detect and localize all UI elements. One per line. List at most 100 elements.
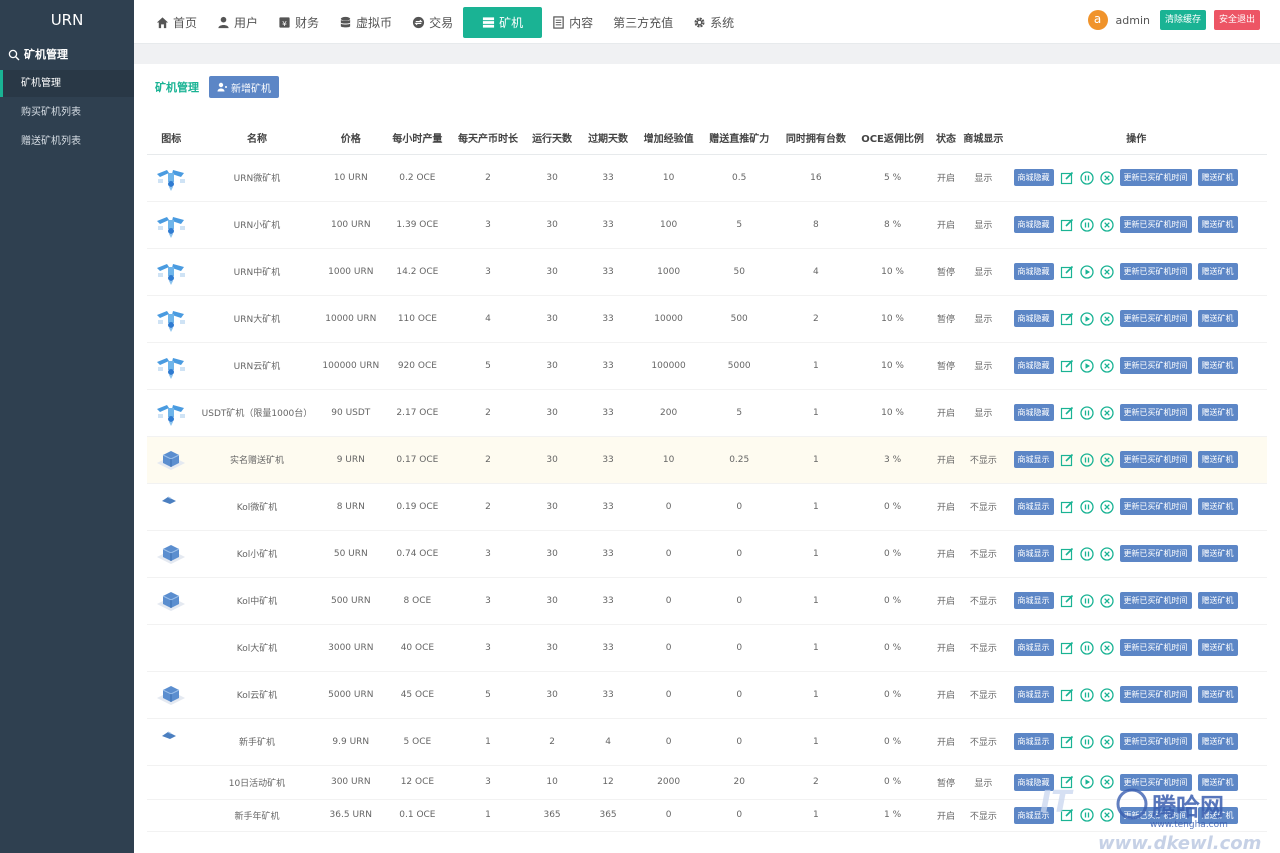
gift-miner-button[interactable]: 赠送矿机 bbox=[1197, 773, 1238, 791]
gift-miner-button[interactable]: 赠送矿机 bbox=[1197, 357, 1238, 374]
sidebar-group-miner[interactable]: 矿机管理 bbox=[0, 42, 134, 68]
gift-miner-button[interactable]: 赠送矿机 bbox=[1197, 545, 1238, 562]
edit-icon[interactable] bbox=[1060, 775, 1074, 789]
mall-toggle-button[interactable]: 商城隐藏 bbox=[1013, 357, 1054, 374]
edit-icon[interactable] bbox=[1060, 359, 1074, 373]
edit-icon[interactable] bbox=[1060, 735, 1074, 749]
clear-cache-button[interactable]: 清除缓存 bbox=[1159, 10, 1206, 30]
close-icon[interactable] bbox=[1099, 808, 1114, 822]
update-time-button[interactable]: 更新已买矿机时间 bbox=[1119, 357, 1192, 374]
sidebar-item-miner-manage[interactable]: 矿机管理 bbox=[0, 70, 134, 97]
edit-icon[interactable] bbox=[1060, 171, 1074, 185]
edit-icon[interactable] bbox=[1060, 265, 1074, 279]
update-time-button[interactable]: 更新已买矿机时间 bbox=[1119, 773, 1192, 791]
edit-icon[interactable] bbox=[1060, 453, 1074, 467]
gift-miner-button[interactable]: 赠送矿机 bbox=[1197, 216, 1238, 233]
update-time-button[interactable]: 更新已买矿机时间 bbox=[1119, 451, 1192, 468]
edit-icon[interactable] bbox=[1060, 500, 1074, 514]
play-icon[interactable] bbox=[1079, 311, 1094, 326]
mall-toggle-button[interactable]: 商城显示 bbox=[1013, 639, 1054, 656]
mall-toggle-button[interactable]: 商城显示 bbox=[1013, 686, 1054, 703]
mall-toggle-button[interactable]: 商城显示 bbox=[1013, 451, 1054, 468]
pause-icon[interactable] bbox=[1079, 734, 1094, 749]
mall-toggle-button[interactable]: 商城显示 bbox=[1013, 498, 1054, 515]
gift-miner-button[interactable]: 赠送矿机 bbox=[1197, 639, 1238, 656]
gift-miner-button[interactable]: 赠送矿机 bbox=[1197, 806, 1238, 824]
close-icon[interactable] bbox=[1099, 170, 1114, 185]
close-icon[interactable] bbox=[1099, 687, 1114, 702]
mall-toggle-button[interactable]: 商城显示 bbox=[1013, 592, 1054, 609]
edit-icon[interactable] bbox=[1060, 547, 1074, 561]
update-time-button[interactable]: 更新已买矿机时间 bbox=[1119, 545, 1192, 562]
pause-icon[interactable] bbox=[1079, 808, 1094, 822]
play-icon[interactable] bbox=[1079, 775, 1094, 789]
nav-content[interactable]: 内容 bbox=[542, 7, 603, 38]
pause-icon[interactable] bbox=[1079, 170, 1094, 185]
nav-third-party-recharge[interactable]: 第三方充值 bbox=[603, 7, 683, 38]
nav-user[interactable]: 用户 bbox=[207, 7, 268, 38]
update-time-button[interactable]: 更新已买矿机时间 bbox=[1119, 263, 1192, 280]
close-icon[interactable] bbox=[1099, 775, 1114, 789]
edit-icon[interactable] bbox=[1060, 641, 1074, 655]
gift-miner-button[interactable]: 赠送矿机 bbox=[1197, 498, 1238, 515]
gift-miner-button[interactable]: 赠送矿机 bbox=[1197, 451, 1238, 468]
update-time-button[interactable]: 更新已买矿机时间 bbox=[1119, 169, 1192, 186]
close-icon[interactable] bbox=[1099, 311, 1114, 326]
update-time-button[interactable]: 更新已买矿机时间 bbox=[1119, 498, 1192, 515]
update-time-button[interactable]: 更新已买矿机时间 bbox=[1119, 216, 1192, 233]
add-miner-button[interactable]: 新增矿机 bbox=[209, 76, 279, 98]
pause-icon[interactable] bbox=[1079, 499, 1094, 514]
mall-toggle-button[interactable]: 商城隐藏 bbox=[1013, 310, 1054, 327]
close-icon[interactable] bbox=[1099, 217, 1114, 232]
close-icon[interactable] bbox=[1099, 452, 1114, 467]
gift-miner-button[interactable]: 赠送矿机 bbox=[1197, 686, 1238, 703]
gift-miner-button[interactable]: 赠送矿机 bbox=[1197, 733, 1238, 750]
gift-miner-button[interactable]: 赠送矿机 bbox=[1197, 592, 1238, 609]
close-icon[interactable] bbox=[1099, 593, 1114, 608]
close-icon[interactable] bbox=[1099, 734, 1114, 749]
close-icon[interactable] bbox=[1099, 640, 1114, 655]
close-icon[interactable] bbox=[1099, 358, 1114, 373]
mall-toggle-button[interactable]: 商城隐藏 bbox=[1013, 263, 1054, 280]
pause-icon[interactable] bbox=[1079, 593, 1094, 608]
pause-icon[interactable] bbox=[1079, 452, 1094, 467]
close-icon[interactable] bbox=[1099, 264, 1114, 279]
edit-icon[interactable] bbox=[1060, 688, 1074, 702]
pause-icon[interactable] bbox=[1079, 546, 1094, 561]
nav-trade[interactable]: 交易 bbox=[402, 7, 463, 38]
update-time-button[interactable]: 更新已买矿机时间 bbox=[1119, 404, 1192, 421]
mall-toggle-button[interactable]: 商城显示 bbox=[1013, 806, 1054, 824]
nav-home[interactable]: 首页 bbox=[146, 7, 207, 38]
mall-toggle-button[interactable]: 商城隐藏 bbox=[1013, 404, 1054, 421]
update-time-button[interactable]: 更新已买矿机时间 bbox=[1119, 310, 1192, 327]
mall-toggle-button[interactable]: 商城隐藏 bbox=[1013, 773, 1054, 791]
edit-icon[interactable] bbox=[1060, 218, 1074, 232]
username[interactable]: admin bbox=[1116, 14, 1150, 27]
gift-miner-button[interactable]: 赠送矿机 bbox=[1197, 169, 1238, 186]
nav-finance[interactable]: ¥ 财务 bbox=[268, 7, 329, 38]
logout-button[interactable]: 安全退出 bbox=[1213, 10, 1260, 30]
avatar[interactable]: a bbox=[1087, 10, 1108, 30]
sidebar-item-purchased-list[interactable]: 购买矿机列表 bbox=[0, 99, 134, 126]
gift-miner-button[interactable]: 赠送矿机 bbox=[1197, 404, 1238, 421]
mall-toggle-button[interactable]: 商城隐藏 bbox=[1013, 216, 1054, 233]
mall-toggle-button[interactable]: 商城隐藏 bbox=[1013, 169, 1054, 186]
nav-system[interactable]: 系统 bbox=[683, 7, 744, 38]
update-time-button[interactable]: 更新已买矿机时间 bbox=[1119, 592, 1192, 609]
mall-toggle-button[interactable]: 商城显示 bbox=[1013, 545, 1054, 562]
pause-icon[interactable] bbox=[1079, 217, 1094, 232]
play-icon[interactable] bbox=[1079, 358, 1094, 373]
update-time-button[interactable]: 更新已买矿机时间 bbox=[1119, 639, 1192, 656]
close-icon[interactable] bbox=[1099, 405, 1114, 420]
play-icon[interactable] bbox=[1079, 264, 1094, 279]
close-icon[interactable] bbox=[1099, 499, 1114, 514]
mall-toggle-button[interactable]: 商城显示 bbox=[1013, 733, 1054, 750]
sidebar-item-gift-list[interactable]: 赠送矿机列表 bbox=[0, 128, 134, 155]
close-icon[interactable] bbox=[1099, 546, 1114, 561]
edit-icon[interactable] bbox=[1060, 406, 1074, 420]
gift-miner-button[interactable]: 赠送矿机 bbox=[1197, 310, 1238, 327]
gift-miner-button[interactable]: 赠送矿机 bbox=[1197, 263, 1238, 280]
update-time-button[interactable]: 更新已买矿机时间 bbox=[1119, 806, 1192, 824]
pause-icon[interactable] bbox=[1079, 687, 1094, 702]
pause-icon[interactable] bbox=[1079, 405, 1094, 420]
